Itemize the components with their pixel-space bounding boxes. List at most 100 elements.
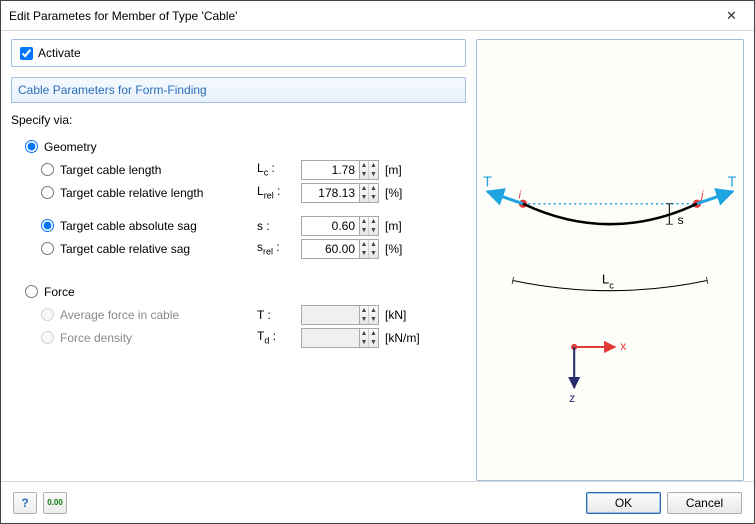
diagram-t-left: T [483, 174, 492, 190]
units-button[interactable]: 0.00 [43, 492, 67, 514]
unit-target-rel-length: [%] [379, 186, 402, 200]
diagram-i: i [518, 190, 521, 202]
chevron-up-icon: ▲ [369, 306, 378, 315]
input-force-density-field [301, 328, 359, 348]
row-target-abs-sag: Target cable absolute sag s : ▲▼ ▲▼ [m] [11, 214, 466, 237]
dialog-footer: ? 0.00 OK Cancel [1, 481, 754, 523]
radio-target-rel-length-label[interactable]: Target cable relative length [41, 186, 257, 200]
ok-button[interactable]: OK [586, 492, 661, 514]
chevron-up-icon: ▲ [369, 184, 378, 193]
help-button[interactable]: ? [13, 492, 37, 514]
input-target-rel-sag-field[interactable] [301, 239, 359, 259]
dialog-body: Activate Cable Parameters for Form-Findi… [1, 31, 754, 481]
radio-target-length-text: Target cable length [60, 163, 161, 177]
radio-avg-force-label: Average force in cable [41, 308, 257, 322]
chevron-down-icon: ▼ [369, 315, 378, 324]
close-button[interactable]: ✕ [709, 1, 754, 31]
input-target-abs-sag[interactable]: ▲▼ ▲▼ [301, 216, 379, 236]
chevron-up-icon: ▲ [360, 306, 368, 315]
radio-target-rel-sag[interactable] [41, 242, 54, 255]
input-target-length[interactable]: ▲▼ ▲▼ [301, 160, 379, 180]
symbol-lc: Lc : [257, 161, 301, 177]
radio-geometry-text: Geometry [44, 140, 97, 154]
symbol-s: s : [257, 219, 301, 233]
spinner-target-rel-length[interactable]: ▲▼ ▲▼ [359, 183, 379, 203]
activate-panel: Activate [11, 39, 466, 67]
help-icon: ? [21, 496, 28, 510]
close-icon: ✕ [726, 8, 737, 24]
units-icon: 0.00 [47, 498, 63, 507]
chevron-down-icon: ▼ [369, 170, 378, 179]
symbol-t: T : [257, 308, 301, 322]
row-target-rel-sag: Target cable relative sag srel : ▲▼ ▲▼ [… [11, 237, 466, 260]
input-avg-force-field [301, 305, 359, 325]
radio-target-rel-sag-label[interactable]: Target cable relative sag [41, 242, 257, 256]
cancel-label: Cancel [686, 496, 723, 510]
symbol-srel: srel : [257, 240, 301, 256]
radio-geometry[interactable] [25, 140, 38, 153]
unit-target-length: [m] [379, 163, 402, 177]
left-pane: Activate Cable Parameters for Form-Findi… [11, 39, 466, 481]
radio-force[interactable] [25, 285, 38, 298]
radio-target-length-label[interactable]: Target cable length [41, 163, 257, 177]
diagram-z: z [569, 391, 575, 405]
spinner-target-rel-sag[interactable]: ▲▼ ▲▼ [359, 239, 379, 259]
radio-target-abs-sag-label[interactable]: Target cable absolute sag [41, 219, 257, 233]
unit-avg-force: [kN] [379, 308, 406, 322]
radio-target-abs-sag[interactable] [41, 219, 54, 232]
radio-target-rel-sag-text: Target cable relative sag [60, 242, 190, 256]
input-target-abs-sag-field[interactable] [301, 216, 359, 236]
activate-checkbox-label[interactable]: Activate [20, 46, 457, 60]
activate-checkbox[interactable] [20, 47, 33, 60]
row-geometry: Geometry [11, 135, 466, 158]
symbol-td: Td : [257, 329, 301, 345]
spinner-target-abs-sag[interactable]: ▲▼ ▲▼ [359, 216, 379, 236]
cable-diagram: i j T T s Lc x [477, 40, 743, 480]
diagram-j: j [699, 190, 704, 202]
dialog-edit-cable: Edit Parametes for Member of Type 'Cable… [0, 0, 755, 524]
radio-force-text: Force [44, 285, 75, 299]
spinner-target-length[interactable]: ▲▼ ▲▼ [359, 160, 379, 180]
input-target-length-field[interactable] [301, 160, 359, 180]
section-header: Cable Parameters for Form-Finding [11, 77, 466, 103]
unit-force-density: [kN/m] [379, 331, 420, 345]
chevron-down-icon: ▼ [369, 226, 378, 235]
row-target-length: Target cable length Lc : ▲▼ ▲▼ [m] [11, 158, 466, 181]
ok-label: OK [615, 496, 632, 510]
input-target-rel-sag[interactable]: ▲▼ ▲▼ [301, 239, 379, 259]
radio-target-abs-sag-text: Target cable absolute sag [60, 219, 197, 233]
unit-target-abs-sag: [m] [379, 219, 402, 233]
row-target-rel-length: Target cable relative length Lrel : ▲▼ ▲… [11, 181, 466, 204]
input-target-rel-length[interactable]: ▲▼ ▲▼ [301, 183, 379, 203]
symbol-lrel: Lrel : [257, 184, 301, 200]
cancel-button[interactable]: Cancel [667, 492, 742, 514]
diagram-t-right: T [728, 174, 737, 190]
chevron-up-icon: ▲ [369, 329, 378, 338]
chevron-down-icon: ▼ [360, 193, 368, 202]
diagram-s: s [678, 213, 684, 227]
radio-force-label[interactable]: Force [25, 285, 255, 299]
input-target-rel-length-field[interactable] [301, 183, 359, 203]
chevron-down-icon: ▼ [369, 338, 378, 347]
titlebar: Edit Parametes for Member of Type 'Cable… [1, 1, 754, 31]
chevron-down-icon: ▼ [360, 315, 368, 324]
input-force-density: ▲▼ ▲▼ [301, 328, 379, 348]
radio-force-density-label: Force density [41, 331, 257, 345]
unit-target-rel-sag: [%] [379, 242, 402, 256]
specify-via-label: Specify via: [11, 111, 466, 135]
radio-target-length[interactable] [41, 163, 54, 176]
chevron-down-icon: ▼ [360, 338, 368, 347]
radio-geometry-label[interactable]: Geometry [25, 140, 255, 154]
row-force: Force [11, 280, 466, 303]
radio-target-rel-length[interactable] [41, 186, 54, 199]
diagram-x: x [620, 339, 626, 353]
chevron-down-icon: ▼ [360, 226, 368, 235]
chevron-up-icon: ▲ [360, 184, 368, 193]
chevron-up-icon: ▲ [360, 329, 368, 338]
chevron-down-icon: ▼ [360, 249, 368, 258]
chevron-up-icon: ▲ [360, 240, 368, 249]
chevron-up-icon: ▲ [369, 161, 378, 170]
radio-force-density [41, 331, 54, 344]
chevron-up-icon: ▲ [360, 217, 368, 226]
diagram-lc: Lc [602, 272, 614, 291]
